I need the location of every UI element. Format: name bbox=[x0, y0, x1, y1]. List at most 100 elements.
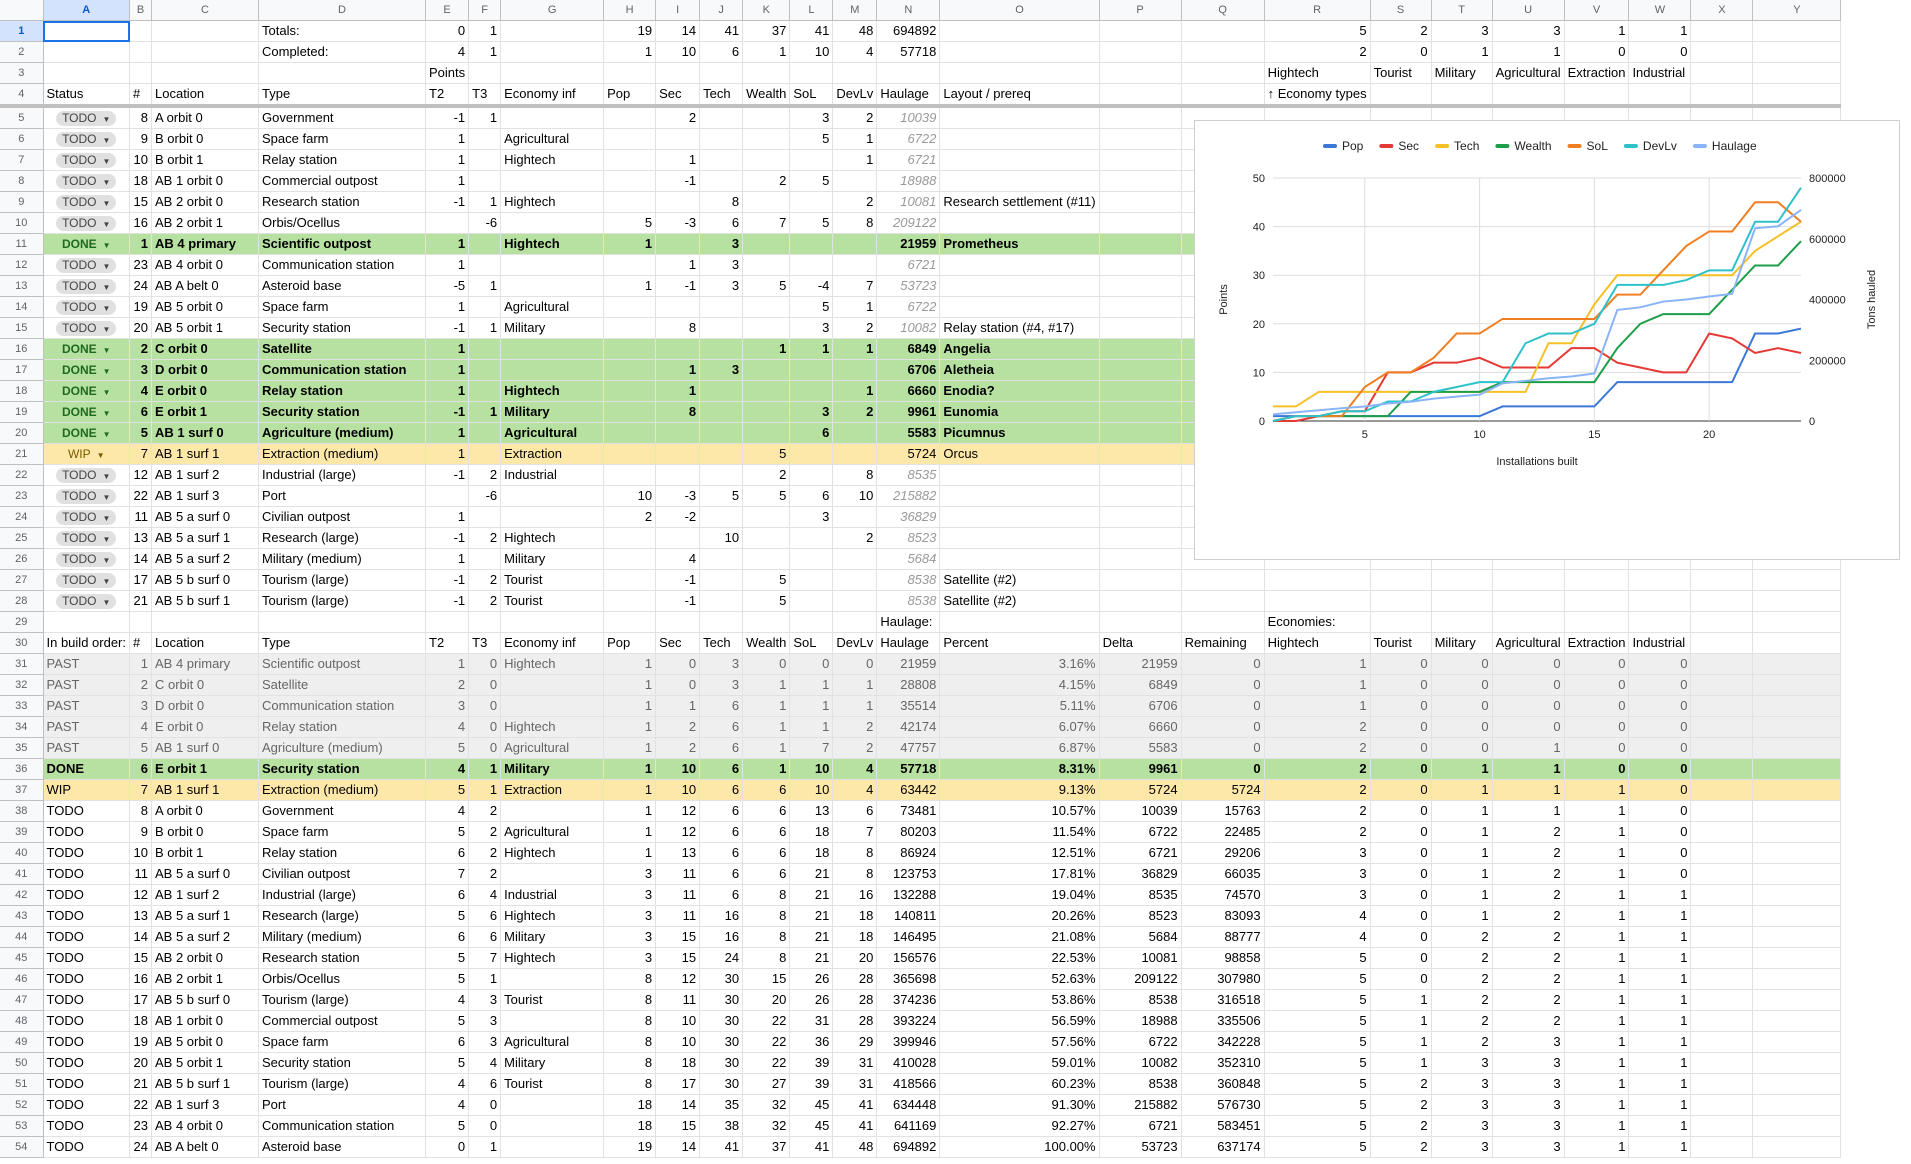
cell[interactable]: 48 bbox=[832, 20, 878, 42]
cell[interactable]: Military bbox=[500, 1052, 605, 1074]
cell[interactable]: 4 bbox=[425, 41, 470, 63]
cell[interactable] bbox=[1690, 968, 1754, 990]
cell[interactable] bbox=[1628, 590, 1692, 612]
cell[interactable] bbox=[500, 485, 605, 507]
cell[interactable]: AB A belt 0 bbox=[151, 275, 259, 297]
cell[interactable] bbox=[699, 170, 744, 192]
cell[interactable]: 1 bbox=[742, 758, 791, 780]
cell[interactable]: 28 bbox=[832, 968, 878, 990]
cell[interactable]: 2 bbox=[468, 464, 502, 486]
cell[interactable] bbox=[1431, 590, 1493, 612]
cell[interactable]: 29 bbox=[832, 1031, 878, 1053]
cell[interactable] bbox=[939, 149, 1100, 171]
cell[interactable] bbox=[1752, 653, 1842, 675]
cell[interactable]: Prometheus bbox=[939, 233, 1100, 255]
cell[interactable]: 393224 bbox=[876, 1010, 941, 1032]
cell[interactable]: 1 bbox=[1564, 1094, 1630, 1116]
cell[interactable]: 0 bbox=[1370, 800, 1432, 822]
cell[interactable]: Agricultural bbox=[500, 128, 605, 150]
status-dropdown-cell[interactable]: TODO ▼ bbox=[43, 296, 130, 318]
cell[interactable] bbox=[1690, 863, 1754, 885]
cell[interactable]: 31 bbox=[832, 1073, 878, 1095]
cell[interactable] bbox=[1752, 590, 1842, 612]
status-dropdown-cell[interactable]: TODO ▼ bbox=[43, 170, 130, 192]
cell[interactable]: 1 bbox=[1370, 1052, 1432, 1074]
cell[interactable]: 57.56% bbox=[939, 1031, 1100, 1053]
cell[interactable]: 42174 bbox=[876, 716, 941, 738]
cell[interactable]: 1 bbox=[603, 275, 657, 297]
cell[interactable] bbox=[603, 401, 657, 423]
cell[interactable]: 18 bbox=[655, 1052, 701, 1074]
cell[interactable] bbox=[1370, 590, 1432, 612]
cell[interactable]: -1 bbox=[655, 275, 701, 297]
cell[interactable]: 0 bbox=[1370, 758, 1432, 780]
cell[interactable] bbox=[1099, 422, 1182, 444]
cell[interactable] bbox=[468, 233, 502, 255]
cell[interactable] bbox=[1690, 41, 1754, 63]
cell[interactable]: 8535 bbox=[1099, 884, 1182, 906]
cell[interactable]: 63442 bbox=[876, 779, 941, 801]
cell[interactable] bbox=[699, 569, 744, 591]
cell[interactable]: 2 bbox=[832, 716, 878, 738]
cell[interactable]: Agricultural bbox=[500, 821, 605, 843]
cell[interactable]: 30 bbox=[699, 989, 744, 1011]
cell[interactable]: 5583 bbox=[876, 422, 941, 444]
cell[interactable]: 8 bbox=[129, 800, 152, 822]
status-dropdown-cell[interactable]: DONE ▼ bbox=[43, 359, 130, 381]
cell[interactable] bbox=[939, 275, 1100, 297]
cell[interactable] bbox=[1752, 1094, 1842, 1116]
cell[interactable]: B orbit 0 bbox=[151, 128, 259, 150]
row-header[interactable]: 11 bbox=[0, 233, 44, 255]
cell[interactable] bbox=[1181, 83, 1265, 108]
cell[interactable]: 634448 bbox=[876, 1094, 941, 1116]
cell[interactable]: 20.26% bbox=[939, 905, 1100, 927]
cell[interactable]: 1 bbox=[1564, 1115, 1630, 1137]
cell[interactable]: Industrial bbox=[1628, 62, 1692, 84]
cell[interactable]: 17 bbox=[129, 569, 152, 591]
cell[interactable]: 18988 bbox=[1099, 1010, 1182, 1032]
cell[interactable]: 6722 bbox=[1099, 821, 1182, 843]
cell[interactable] bbox=[1752, 20, 1842, 42]
cell[interactable] bbox=[151, 611, 259, 633]
cell[interactable]: 41 bbox=[789, 20, 834, 42]
cell[interactable]: # bbox=[129, 83, 152, 108]
cell[interactable]: 35514 bbox=[876, 695, 941, 717]
cell[interactable]: In build order: bbox=[43, 632, 130, 654]
cell[interactable]: Security station bbox=[258, 1052, 426, 1074]
cell[interactable]: 10 bbox=[603, 485, 657, 507]
status-dropdown-cell[interactable]: DONE ▼ bbox=[43, 233, 130, 255]
cell[interactable]: 316518 bbox=[1181, 989, 1265, 1011]
cell[interactable]: Research station bbox=[258, 191, 426, 213]
cell[interactable] bbox=[1099, 317, 1182, 339]
cell[interactable]: 3 bbox=[1492, 1052, 1565, 1074]
cell[interactable]: Asteroid base bbox=[258, 275, 426, 297]
cell[interactable]: Hightech bbox=[500, 149, 605, 171]
cell[interactable]: 1 bbox=[1564, 1052, 1630, 1074]
cell[interactable]: 6722 bbox=[1099, 1031, 1182, 1053]
cell[interactable]: 4.15% bbox=[939, 674, 1100, 696]
cell[interactable] bbox=[1431, 83, 1493, 108]
cell[interactable]: 0 bbox=[789, 653, 834, 675]
cell[interactable]: Picumnus bbox=[939, 422, 1100, 444]
cell[interactable]: 1 bbox=[468, 401, 502, 423]
row-header[interactable]: 47 bbox=[0, 989, 44, 1011]
cell[interactable]: Hightech bbox=[500, 191, 605, 213]
cell[interactable]: 1 bbox=[603, 653, 657, 675]
cell[interactable]: E orbit 1 bbox=[151, 401, 259, 423]
cell[interactable]: 22 bbox=[129, 1094, 152, 1116]
cell[interactable]: 5 bbox=[699, 485, 744, 507]
cell[interactable]: 1 bbox=[603, 674, 657, 696]
cell[interactable]: 1 bbox=[425, 128, 470, 150]
cell[interactable]: 1 bbox=[468, 758, 502, 780]
cell[interactable]: 5 bbox=[1264, 20, 1371, 42]
cell[interactable]: 5 bbox=[742, 485, 791, 507]
cell[interactable]: 6721 bbox=[1099, 1115, 1182, 1137]
cell[interactable]: 21 bbox=[789, 947, 834, 969]
cell[interactable]: 73481 bbox=[876, 800, 941, 822]
cell[interactable] bbox=[1752, 62, 1842, 84]
cell[interactable]: 2 bbox=[425, 674, 470, 696]
cell[interactable]: 2 bbox=[1264, 800, 1371, 822]
cell[interactable]: Pop bbox=[603, 83, 657, 108]
cell[interactable]: 30 bbox=[699, 968, 744, 990]
cell[interactable] bbox=[699, 380, 744, 402]
